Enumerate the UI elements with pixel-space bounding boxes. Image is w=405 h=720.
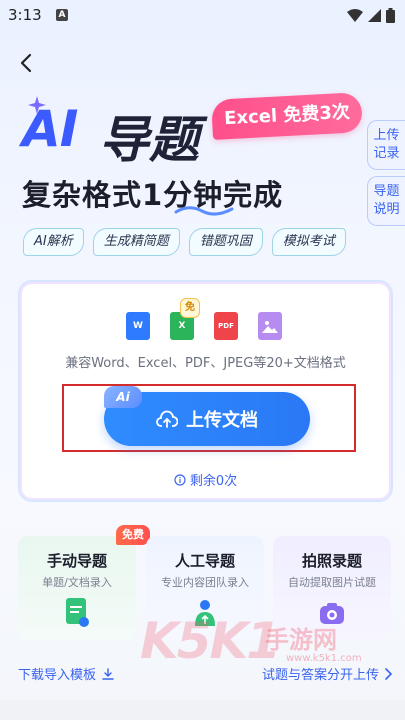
info-icon (174, 473, 186, 486)
split-upload-label: 试题与答案分开上传 (261, 668, 379, 683)
manual-import-card[interactable]: 手动导题 单题/文档录入 (18, 536, 136, 640)
back-button[interactable] (14, 50, 40, 76)
option-title: 拍照录题 (301, 552, 362, 570)
notification-icon: A (56, 9, 68, 21)
status-time: 3:13 (8, 6, 42, 24)
hero-title-ai: AI (22, 100, 78, 158)
chevron-right-icon (385, 667, 393, 680)
watermark-brand: K5K1 (140, 612, 281, 670)
excel-file-icon: X 免 (170, 298, 200, 340)
remaining-count-text: 剩余0次 (189, 474, 238, 489)
import-guide-tab[interactable]: 导题说明 (367, 176, 405, 226)
document-green-icon (66, 598, 89, 627)
status-icons (347, 8, 395, 23)
hero-subtitle: 复杂格式1分钟完成 (22, 178, 284, 212)
option-desc: 单题/文档录入 (42, 576, 112, 589)
wifi-icon (347, 9, 363, 22)
bottom-nav-bar (0, 700, 405, 720)
option-desc: 专业内容团队录入 (161, 576, 249, 589)
pdf-file-icon: PDF (214, 312, 238, 340)
hero-title: 导题 (99, 111, 199, 169)
tag-ai-analysis: AI解析 (23, 228, 84, 256)
cloud-upload-icon (156, 410, 178, 428)
chevron-left-icon (20, 53, 32, 73)
option-desc: 自动提取图片试题 (288, 576, 376, 589)
free-badge: 免费 (116, 525, 150, 545)
option-title: 人工导题 (174, 552, 235, 570)
remaining-count: 剩余0次 (20, 470, 391, 489)
image-glyph-icon (262, 321, 278, 333)
signal-icon (368, 9, 381, 22)
ai-chip: Ai (104, 386, 142, 408)
upload-history-tab[interactable]: 上传记录 (367, 120, 405, 170)
excel-file-letter: X (178, 321, 186, 331)
image-file-icon (258, 312, 282, 340)
watermark-url: www.k5k1.com (286, 653, 362, 664)
option-title: 手动导题 (46, 552, 107, 570)
tag-generate-simplified: 生成精简题 (92, 228, 180, 256)
watermark-cn: 手游网 (265, 626, 337, 654)
split-upload-link[interactable]: 试题与答案分开上传 (262, 664, 393, 683)
upload-button-label: 上传文档 (186, 410, 258, 431)
status-bar: 3:13 A (0, 0, 405, 30)
word-file-icon: W (126, 312, 150, 340)
file-type-icons: W X 免 PDF (126, 298, 282, 340)
download-template-link[interactable]: 下载导入模板 (18, 664, 114, 683)
feature-tags: AI解析 生成精简题 错题巩固 模拟考试 (23, 228, 346, 256)
download-icon (102, 667, 114, 680)
battery-icon (386, 8, 395, 23)
supported-formats-text: 兼容Word、Excel、PDF、JPEG等20+文档格式 (65, 356, 346, 371)
upload-card: W X 免 PDF 兼容Word、Excel、PDF、JPEG等20+文档格式 … (18, 280, 393, 502)
download-template-label: 下载导入模板 (18, 668, 97, 683)
tag-mistake-review: 错题巩固 (188, 228, 263, 256)
free-tag: 免 (180, 298, 200, 318)
tag-mock-exam: 模拟考试 (271, 228, 346, 256)
subtitle-underline-decoration (174, 206, 234, 216)
excel-free-badge: Excel 免费3次 (211, 92, 363, 140)
